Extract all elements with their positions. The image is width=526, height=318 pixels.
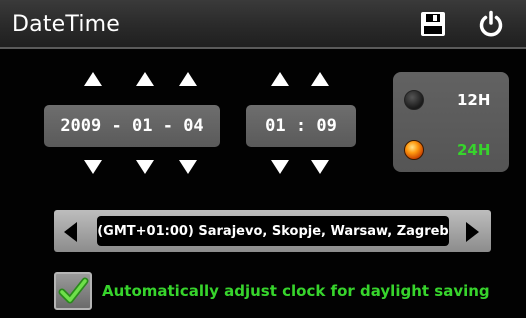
date-display: 2009 - 01 - 04 <box>44 105 220 147</box>
timezone-selector: (GMT+01:00) Sarajevo, Skopje, Warsaw, Za… <box>54 210 491 252</box>
clock-mode-panel: 12H 24H <box>393 72 509 172</box>
page-title: DateTime <box>12 12 121 37</box>
timezone-value[interactable]: (GMT+01:00) Sarajevo, Skopje, Warsaw, Za… <box>97 216 449 246</box>
label-24h: 24H <box>457 141 491 159</box>
day-up-arrow[interactable] <box>179 72 197 86</box>
datetime-screen: DateTime 2009 - 01 - 04 01 : 09 12H 24H … <box>0 0 526 318</box>
year-down-arrow[interactable] <box>84 160 102 174</box>
radio-24h[interactable] <box>404 140 424 160</box>
year-up-arrow[interactable] <box>84 72 102 86</box>
dst-checkbox[interactable] <box>54 272 92 310</box>
day-value: 04 <box>183 116 204 136</box>
minute-up-arrow[interactable] <box>311 72 329 86</box>
month-up-arrow[interactable] <box>136 72 154 86</box>
date-separator: - <box>101 116 132 136</box>
time-separator: : <box>285 116 317 136</box>
title-bar: DateTime <box>0 0 526 49</box>
year-value: 2009 <box>60 116 102 136</box>
date-separator: - <box>152 116 184 136</box>
power-icon[interactable] <box>477 10 505 38</box>
month-down-arrow[interactable] <box>136 160 154 174</box>
month-value: 01 <box>131 116 153 136</box>
label-12h: 12H <box>457 91 491 109</box>
hour-value: 01 <box>265 116 286 136</box>
minute-down-arrow[interactable] <box>311 160 329 174</box>
timezone-prev-arrow[interactable] <box>64 222 77 242</box>
minute-value: 09 <box>316 116 337 136</box>
time-display: 01 : 09 <box>246 105 356 147</box>
day-down-arrow[interactable] <box>179 160 197 174</box>
timezone-next-arrow[interactable] <box>466 222 479 242</box>
save-icon[interactable] <box>419 10 447 38</box>
hour-up-arrow[interactable] <box>271 72 289 86</box>
dst-label[interactable]: Automatically adjust clock for daylight … <box>102 282 490 300</box>
checkmark-icon <box>58 277 89 304</box>
hour-down-arrow[interactable] <box>271 160 289 174</box>
radio-12h[interactable] <box>404 90 424 110</box>
